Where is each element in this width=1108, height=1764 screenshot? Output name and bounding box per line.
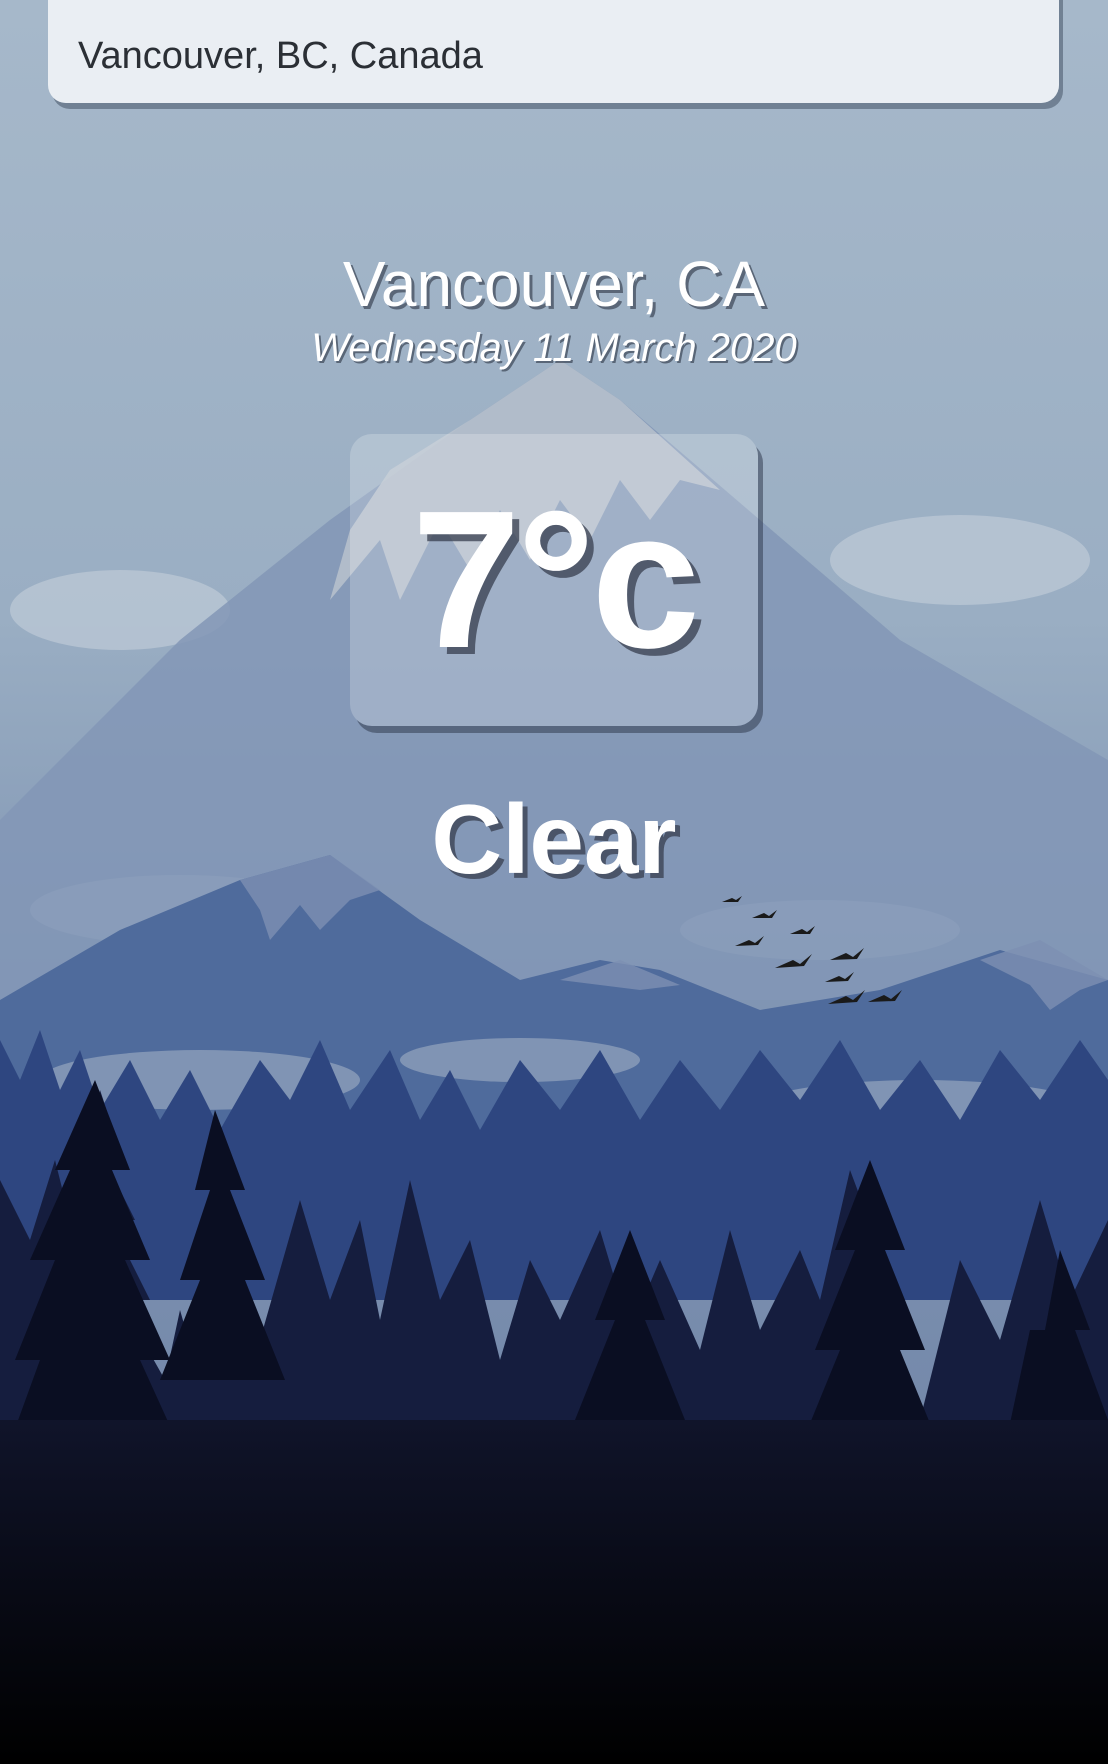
weather-condition: Clear xyxy=(431,784,677,894)
temperature-card: 7°c xyxy=(350,434,758,726)
location-header: Vancouver, CA Wednesday 11 March 2020 xyxy=(0,252,1108,368)
location-search-input[interactable] xyxy=(48,0,1059,103)
current-date: Wednesday 11 March 2020 xyxy=(311,326,797,370)
location-name: Vancouver, CA xyxy=(342,248,766,320)
temperature-value: 7°c xyxy=(411,470,700,689)
